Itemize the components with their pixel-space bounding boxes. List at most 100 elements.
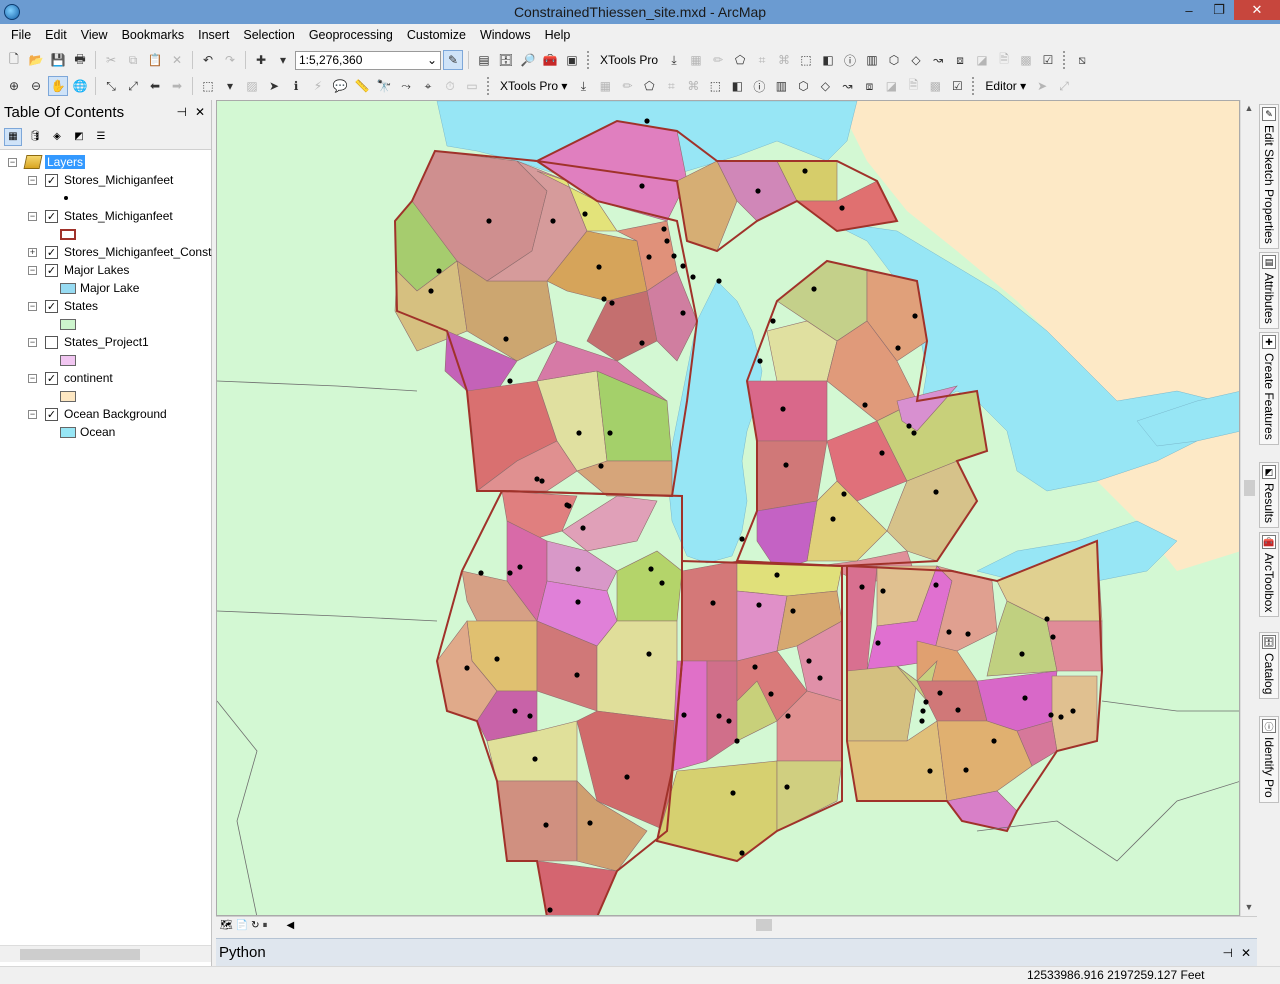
grid-icon[interactable]: ▩ [925,76,945,96]
store-point[interactable] [817,675,823,681]
select-elements-arrow-icon[interactable]: ➤ [264,76,284,96]
collapse-icon[interactable]: − [8,157,17,167]
tab-identify-pro[interactable]: ⓘ Identify Pro [1259,716,1279,803]
store-point[interactable] [933,489,939,495]
store-point[interactable] [574,672,580,678]
pan-hand-icon[interactable]: ✋ [48,76,68,96]
store-point[interactable] [543,822,549,828]
store-point[interactable] [906,423,912,429]
editor-menu[interactable]: Editor ▾ [981,79,1030,93]
store-point[interactable] [927,768,933,774]
cut-icon[interactable]: ✂ [101,50,121,70]
redo-icon[interactable]: ↷ [220,50,240,70]
select-dropdown-icon[interactable]: ▾ [220,76,240,96]
time-slider-icon[interactable]: ⏱ [440,76,460,96]
undo-icon[interactable]: ↶ [198,50,218,70]
outline-symbol-icon[interactable] [60,228,76,240]
menu-bookmarks[interactable]: Bookmarks [115,24,192,46]
editor-toolbar-icon[interactable]: ✎ [443,50,463,70]
store-point[interactable] [734,738,740,744]
store-point[interactable] [486,218,492,224]
shapes-icon[interactable]: ◪ [972,50,992,70]
find-route-icon[interactable]: ⤳ [396,76,416,96]
map-vertical-scrollbar[interactable]: ▲ ▼ [1240,100,1257,916]
python-window[interactable]: Python ⊣ ✕ [216,938,1257,966]
pencil-icon[interactable]: ✏ [617,76,637,96]
menu-edit[interactable]: Edit [38,24,74,46]
pin-icon[interactable]: ⊣ [176,105,186,119]
layer-visibility-checkbox[interactable]: ✓ [45,245,58,259]
add-data-dropdown-icon[interactable]: ▾ [273,50,293,70]
menu-customize[interactable]: Customize [400,24,473,46]
layer-name[interactable]: Major Lakes [64,263,129,277]
polygon-tool-icon[interactable]: ⬡ [884,50,904,70]
store-point[interactable] [624,774,630,780]
thiessen-polygon[interactable] [576,460,673,497]
store-point[interactable] [575,566,581,572]
list-by-source-icon[interactable]: 🛢 [26,128,44,146]
diamond-tool-icon[interactable]: ◇ [906,50,926,70]
store-point[interactable] [539,478,545,484]
collapse-icon[interactable]: − [28,265,37,275]
store-point[interactable] [756,602,762,608]
merge-icon[interactable]: ⌘ [683,76,703,96]
route-tool-icon[interactable]: ↝ [837,76,857,96]
viewer-window-icon[interactable]: ▭ [462,76,482,96]
data-view-icon[interactable]: 🗺 [220,920,233,931]
store-point[interactable] [783,462,789,468]
toc-root-row[interactable]: − Layers [8,153,86,171]
menu-geoprocessing[interactable]: Geoprocessing [302,24,400,46]
point-symbol-icon[interactable] [64,196,68,200]
store-point[interactable] [806,658,812,664]
store-point[interactable] [1019,651,1025,657]
fill-symbol-icon[interactable] [60,318,76,330]
xtools-pro-menu[interactable]: XTools Pro ▾ [496,79,571,93]
feature-select-icon[interactable]: ⬚ [796,50,816,70]
scroll-up-icon[interactable]: ▲ [1241,100,1257,117]
store-point[interactable] [478,570,484,576]
layers-export-icon[interactable]: ⧈ [950,50,970,70]
open-folder-icon[interactable]: 📂 [26,50,46,70]
store-point[interactable] [933,582,939,588]
store-point[interactable] [923,699,929,705]
map-canvas[interactable] [217,101,1240,916]
store-point[interactable] [512,708,518,714]
expand-icon[interactable]: + [28,247,37,257]
store-point[interactable] [770,318,776,324]
collapse-icon[interactable]: − [28,373,37,383]
store-point[interactable] [598,463,604,469]
thiessen-polygon[interactable] [776,760,843,832]
layer-visibility-checkbox[interactable] [45,335,58,349]
store-point[interactable] [639,340,645,346]
chevron-down-icon[interactable]: ⌄ [427,53,437,67]
store-point[interactable] [428,288,434,294]
layer-visibility-checkbox[interactable]: ✓ [45,209,58,223]
scrollbar-thumb[interactable] [20,948,140,960]
grid-icon[interactable]: ▩ [1016,50,1036,70]
polygon-tool-icon[interactable]: ⬡ [793,76,813,96]
store-point[interactable] [564,502,570,508]
collapse-icon[interactable]: − [28,337,37,347]
store-point[interactable] [830,516,836,522]
store-point[interactable] [436,268,442,274]
store-point[interactable] [911,430,917,436]
paste-icon[interactable]: 📋 [145,50,165,70]
store-point[interactable] [507,570,513,576]
thiessen-polygon[interactable] [596,620,678,722]
store-point[interactable] [784,784,790,790]
thiessen-polygon[interactable] [586,290,658,362]
route-tool-icon[interactable]: ↝ [928,50,948,70]
catalog-window-icon[interactable]: 🗄 [496,50,516,70]
check-polygon-icon[interactable]: ☑ [947,76,967,96]
close-button[interactable]: ✕ [1234,0,1280,20]
feature-select-icon[interactable]: ⬚ [705,76,725,96]
tab-edit-sketch-properties[interactable]: ✎ Edit Sketch Properties [1259,104,1279,249]
thiessen-polygon[interactable] [681,560,738,662]
store-point[interactable] [503,336,509,342]
arcmap-globe-icon[interactable] [4,4,20,20]
tab-results[interactable]: ◩ Results [1259,462,1279,529]
store-point[interactable] [507,378,513,384]
layer-visibility-checkbox[interactable]: ✓ [45,371,58,385]
fill-symbol-icon[interactable] [60,354,76,366]
table-icon[interactable]: ▥ [771,76,791,96]
